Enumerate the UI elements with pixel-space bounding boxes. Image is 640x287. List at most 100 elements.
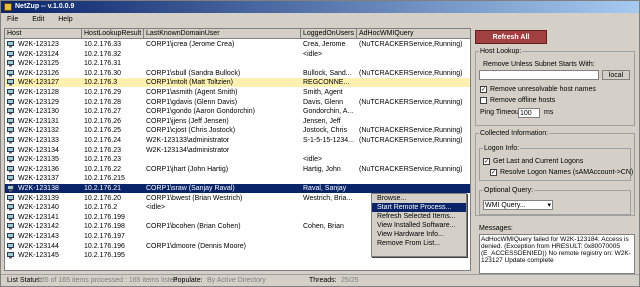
- cell-logged: [301, 146, 357, 155]
- cell-user: CORP1\gondo (Aaron Gondorchin): [146, 108, 255, 116]
- menu-edit[interactable]: Edit: [26, 14, 50, 26]
- cell-wmi: (NuTCRACKERService,Running): [359, 41, 463, 48]
- optional-query-legend: Optional Query:: [484, 187, 534, 194]
- cell-host: W2K-123123: [18, 41, 59, 48]
- cell-host: W2K-123138: [18, 185, 59, 192]
- table-row[interactable]: W2K-123123 10.2.176.33 CORP1\jcrea (Jerome…: [5, 40, 470, 49]
- cell-ip: 10.2.176.215: [84, 175, 125, 183]
- context-menu-item[interactable]: Browse...: [372, 194, 466, 203]
- computer-icon: [7, 252, 14, 259]
- collected-info-legend: Collected Information:: [480, 130, 549, 137]
- threads-value: 25/25: [341, 277, 359, 284]
- context-menu-item[interactable]: View Installed Software...: [372, 221, 466, 230]
- table-row[interactable]: W2K-123130 10.2.176.27 CORP1\gondo (Aaron …: [5, 107, 470, 116]
- context-menu-item[interactable]: View Hardware Info...: [372, 230, 466, 239]
- col-logged[interactable]: LoggedOnUsers: [301, 29, 357, 39]
- table-row[interactable]: W2K-123124 10.2.176.32 <idle>: [5, 50, 470, 59]
- subnet-input[interactable]: [479, 70, 599, 80]
- context-menu-item[interactable]: Start Remote Process...: [372, 203, 466, 212]
- cell-logged: [301, 242, 357, 251]
- table-row[interactable]: W2K-123136 10.2.176.22 CORP1\jhart (John H…: [5, 165, 470, 174]
- cell-logged: Smith, Agent: [303, 89, 343, 96]
- computer-icon: [7, 185, 14, 192]
- remove-offline-label: Remove offline hosts: [490, 97, 556, 104]
- cell-host: W2K-123136: [18, 165, 59, 173]
- cell-wmi: [357, 59, 470, 68]
- menu-help[interactable]: Help: [52, 14, 78, 26]
- col-lookup[interactable]: HostLookupResult: [82, 29, 144, 39]
- ping-timeout-input[interactable]: 100: [518, 108, 540, 118]
- cell-user: CORP1\sraw (Sanjay Raval): [146, 185, 235, 192]
- cell-user: CORP1\bwest (Brian Westrich): [146, 194, 243, 202]
- table-row[interactable]: W2K-123135 10.2.176.23 <idle>: [5, 155, 470, 164]
- cell-host: W2K-123141: [18, 213, 59, 221]
- cell-wmi: [357, 117, 470, 126]
- computer-icon: [7, 233, 14, 240]
- table-row[interactable]: W2K-123137 10.2.176.215: [5, 174, 470, 183]
- table-row[interactable]: W2K-123125 10.2.176.31: [5, 59, 470, 68]
- table-row[interactable]: W2K-123138 10.2.176.21 CORP1\sraw (Sanjay …: [5, 184, 470, 193]
- cell-user: [144, 213, 301, 222]
- local-button[interactable]: local: [602, 70, 630, 80]
- computer-icon: [7, 165, 14, 173]
- collected-info-group: Collected Information: Logon Info: ✓ Get…: [475, 130, 635, 216]
- computer-icon: [7, 175, 14, 182]
- computer-icon: [7, 213, 14, 221]
- table-row[interactable]: W2K-123133 10.2.176.24 W2K-123133\administ…: [5, 136, 470, 145]
- cell-logged: S-1-5-15-1234...: [303, 137, 354, 144]
- cell-host: W2K-123134: [18, 146, 59, 154]
- menu-file[interactable]: File: [1, 14, 24, 26]
- title-bar: NetZup -- v.1.0.0.9: [1, 1, 639, 13]
- cell-logged: [301, 59, 357, 68]
- cell-ip: 10.2.176.21: [84, 185, 121, 192]
- table-row[interactable]: W2K-123128 10.2.176.29 CORP1\asmith (Agent…: [5, 88, 470, 97]
- cell-ip: 10.2.176.27: [84, 108, 121, 116]
- cell-logged: Davis, Glenn: [303, 98, 344, 106]
- computer-icon: [7, 127, 14, 134]
- remove-unresolvable-label: Remove unresolvable host names: [490, 86, 596, 93]
- cell-user: [144, 59, 301, 68]
- cell-logged: Jostock, Chris: [303, 127, 347, 135]
- computer-icon: [7, 137, 14, 144]
- context-menu-item[interactable]: Refresh Selected Items...: [372, 212, 466, 221]
- cell-ip: 10.2.176.23: [84, 156, 121, 164]
- refresh-all-button[interactable]: Refresh All: [475, 30, 547, 44]
- options-panel: Refresh All Host Lookup: Remove Unless S…: [475, 28, 637, 274]
- cell-logged: [301, 174, 357, 183]
- context-menu-item[interactable]: Remove From List...: [372, 239, 466, 248]
- table-row[interactable]: W2K-123127 10.2.176.3 CORP1\mtolt (Matt To…: [5, 78, 470, 88]
- table-row[interactable]: W2K-123132 10.2.176.25 CORP1\cjost (Chris …: [5, 126, 470, 135]
- col-wmi[interactable]: AdHocWMIQuery: [357, 29, 470, 39]
- cell-logged: [301, 213, 357, 222]
- cell-user: [144, 174, 301, 183]
- remove-unresolvable-checkbox[interactable]: ✓: [480, 86, 487, 93]
- query-select[interactable]: WMI Query... ▾: [483, 200, 553, 210]
- table-row[interactable]: W2K-123129 10.2.176.28 CORP1\gdavis (Glenn…: [5, 98, 470, 107]
- subnet-label: Remove Unless Subnet Starts With:: [483, 61, 595, 68]
- cell-wmi: (NuTCRACKERService,Running): [359, 137, 463, 144]
- cell-user: CORP1\mtolt (Matt Toltzien): [146, 79, 234, 87]
- remove-offline-checkbox[interactable]: [480, 97, 487, 104]
- cell-wmi: (NuTCRACKERService,Running): [359, 127, 463, 135]
- cell-wmi: [357, 146, 470, 155]
- resolve-names-label: Resolve Logon Names (sAMAccount->CN): [500, 169, 634, 176]
- cell-logged: Bullock, Sand...: [303, 69, 352, 77]
- col-user[interactable]: LastKnownDomainUser: [144, 29, 301, 39]
- cell-wmi: (NuTCRACKERService,Running): [359, 98, 463, 106]
- cell-host: W2K-123130: [18, 108, 59, 116]
- computer-icon: [7, 60, 14, 67]
- col-host[interactable]: Host: [5, 29, 82, 39]
- cell-user: [144, 251, 301, 260]
- cell-wmi: [357, 174, 470, 183]
- window-title: NetZup -- v.1.0.0.9: [15, 3, 75, 10]
- get-logons-checkbox[interactable]: ✓: [483, 158, 490, 165]
- cell-host: W2K-123128: [18, 89, 59, 96]
- cell-host: W2K-123135: [18, 156, 59, 164]
- resolve-names-checkbox[interactable]: ✓: [490, 169, 497, 176]
- table-row[interactable]: W2K-123126 10.2.176.30 CORP1\sbull (Sandra…: [5, 69, 470, 78]
- cell-user: CORP1\cjost (Chris Jostock): [146, 127, 236, 135]
- table-row[interactable]: W2K-123131 10.2.176.26 CORP1\jjens (Jeff J…: [5, 117, 470, 126]
- table-row[interactable]: W2K-123134 10.2.176.23 W2K-123134\administ…: [5, 146, 470, 155]
- messages-box[interactable]: AdHocWMIQuery failed for W2K-123184: Acc…: [479, 234, 635, 274]
- cell-host: W2K-123142: [18, 223, 59, 231]
